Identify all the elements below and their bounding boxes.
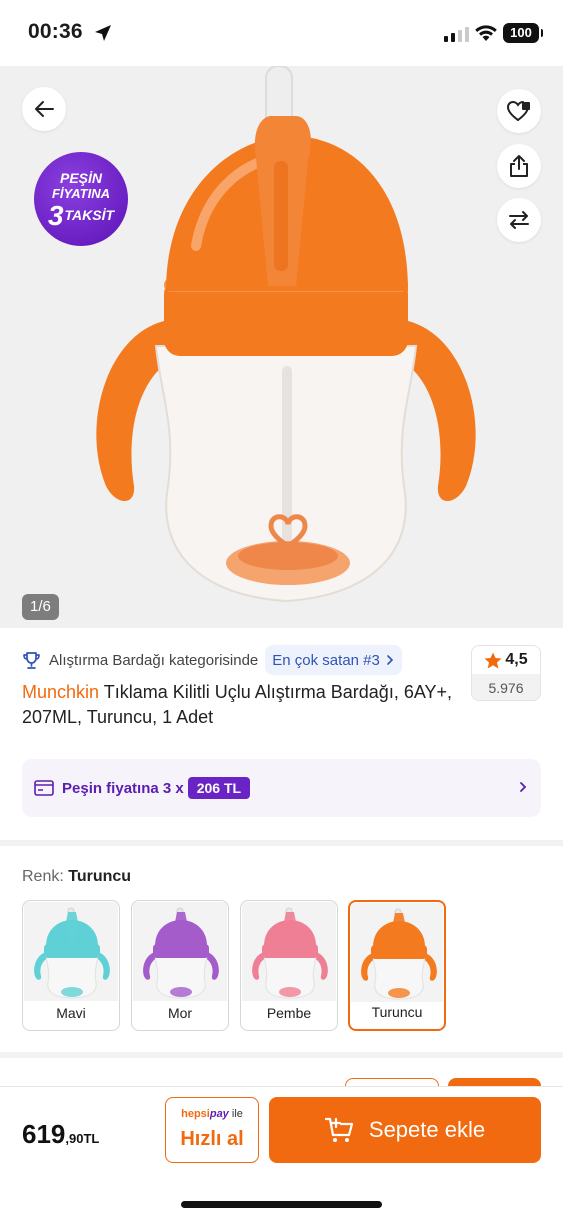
arrow-left-icon [35, 101, 54, 117]
status-time: 00:36 [28, 20, 83, 43]
home-indicator [181, 1201, 382, 1208]
back-button[interactable] [22, 87, 66, 131]
chevron-right-icon [520, 782, 527, 792]
add-to-cart-label: Sepete ekle [368, 1117, 486, 1142]
share-icon [510, 155, 528, 177]
color-option-turuncu[interactable]: Turuncu [348, 900, 446, 1031]
price: 619,90TL [22, 1119, 100, 1149]
installment-text: Peşin fiyatına 3 x [62, 779, 184, 797]
heart-add-icon [507, 100, 530, 121]
review-count: 5.976 [472, 674, 540, 700]
card-icon [34, 780, 54, 796]
product-title: Munchkin Tıklama Kilitli Uçlu Alıştırma … [22, 680, 462, 730]
rating-box[interactable]: 4,5 5.976 [471, 645, 541, 701]
wifi-icon [475, 25, 497, 41]
color-option-mor[interactable]: Mor [131, 900, 229, 1031]
trophy-icon [23, 651, 40, 669]
battery-icon: 100 [503, 23, 543, 43]
installment-banner[interactable]: Peşin fiyatına 3 x 206 TL [22, 759, 541, 817]
color-option-label: Mor [167, 1005, 193, 1021]
status-bar: 00:36 100 [0, 0, 563, 66]
chevron-right-icon [387, 655, 393, 665]
share-button[interactable] [497, 144, 541, 188]
rating-value: 4,5 [505, 651, 528, 668]
brand-link[interactable]: Munchkin [22, 682, 99, 702]
star-icon [484, 652, 502, 668]
cellular-signal-icon [444, 26, 469, 42]
compare-arrows-icon [509, 211, 529, 229]
installment-amount: 206 TL [187, 777, 251, 799]
selected-color: Turuncu [68, 868, 132, 885]
add-to-cart-button[interactable]: Sepete ekle [269, 1097, 541, 1163]
section-divider [0, 840, 563, 846]
color-option-pembe[interactable]: Pembe [240, 900, 338, 1031]
favorite-button[interactable] [497, 89, 541, 133]
color-option-thumbnail [351, 903, 443, 1002]
category-text: Alıştırma Bardağı kategorisinde [49, 651, 259, 669]
category-row: Alıştırma Bardağı kategorisinde En çok s… [22, 645, 402, 675]
compare-button[interactable] [497, 198, 541, 242]
cart-add-icon [324, 1117, 353, 1142]
color-label: Renk: Turuncu [22, 868, 132, 885]
color-option-label: Pembe [266, 1005, 312, 1021]
best-seller-label: En çok satan #3 [272, 651, 380, 669]
color-option-label: Turuncu [371, 1004, 423, 1020]
section-divider [0, 1052, 563, 1058]
quick-buy-button[interactable]: hepsipay ile Hızlı al [165, 1097, 259, 1163]
quick-buy-label: Hızlı al [180, 1128, 244, 1150]
product-image-gallery[interactable]: PEŞİN FİYATINA 3TAKSİT 1/6 [0, 66, 563, 628]
hepsipay-logo: hepsipay ile [181, 1108, 243, 1120]
color-option-thumbnail [133, 902, 227, 1001]
color-option-mavi[interactable]: Mavi [22, 900, 120, 1031]
location-arrow-icon [95, 25, 111, 41]
image-counter: 1/6 [22, 594, 59, 620]
color-option-thumbnail [24, 902, 118, 1001]
color-option-label: Mavi [56, 1005, 86, 1021]
bottom-action-bar: 619,90TL hepsipay ile Hızlı al Sepete ek… [0, 1086, 563, 1218]
product-image[interactable] [86, 66, 486, 606]
best-seller-link[interactable]: En çok satan #3 [265, 645, 402, 675]
installment-promo-badge: PEŞİN FİYATINA 3TAKSİT [34, 152, 128, 246]
color-option-thumbnail [242, 902, 336, 1001]
